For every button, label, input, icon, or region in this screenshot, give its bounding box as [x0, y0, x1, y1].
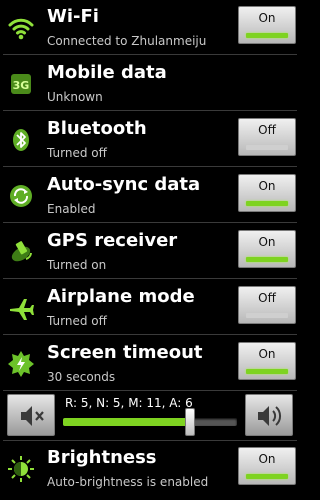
volume-mute-icon — [18, 403, 46, 433]
auto-sync-toggle-button[interactable]: On — [238, 174, 296, 212]
setting-subtitle: Turned off — [47, 146, 107, 160]
setting-title: Mobile data — [47, 62, 167, 83]
setting-row-wifi[interactable]: Wi-Fi Connected to Zhulanmeiju On — [3, 0, 297, 55]
toggle-label: On — [258, 452, 276, 466]
setting-row-airplane-mode[interactable]: Airplane mode Turned off Off — [3, 280, 297, 335]
toggle-label: On — [258, 235, 276, 249]
bluetooth-toggle-button[interactable]: Off — [238, 118, 296, 156]
volume-levels-text: R: 5, N: 5, M: 11, A: 6 — [65, 396, 193, 410]
setting-row-gps[interactable]: GPS receiver Turned on On — [3, 224, 297, 279]
setting-subtitle: Enabled — [47, 202, 96, 216]
volume-slider[interactable] — [63, 408, 237, 436]
screen-timeout-icon — [7, 350, 35, 378]
setting-subtitle: Turned off — [47, 314, 107, 328]
svg-text:3G: 3G — [13, 79, 30, 92]
setting-subtitle: Unknown — [47, 90, 103, 104]
toggle-indicator — [246, 33, 288, 38]
toggle-indicator — [246, 369, 288, 374]
toggle-indicator — [246, 257, 288, 262]
airplane-mode-toggle-button[interactable]: Off — [238, 286, 296, 324]
brightness-icon — [7, 455, 35, 483]
toggle-indicator — [246, 474, 288, 479]
screen-timeout-toggle-button[interactable]: On — [238, 342, 296, 380]
toggle-label: Off — [258, 123, 276, 137]
mobile-data-3g-icon: 3G — [7, 70, 35, 98]
toggle-indicator — [246, 201, 288, 206]
setting-subtitle: Connected to Zhulanmeiju — [47, 34, 207, 48]
setting-subtitle: Auto-brightness is enabled — [47, 475, 209, 489]
setting-row-brightness[interactable]: Brightness Auto-brightness is enabled On — [3, 441, 297, 495]
toggle-label: On — [258, 11, 276, 25]
setting-title: Brightness — [47, 447, 157, 468]
toggle-label: On — [258, 179, 276, 193]
volume-mute-button[interactable] — [7, 394, 55, 436]
toggle-indicator — [246, 145, 288, 150]
toggle-label: On — [258, 347, 276, 361]
setting-subtitle: 30 seconds — [47, 370, 116, 384]
volume-slider-fill — [63, 418, 191, 426]
gps-icon — [7, 238, 35, 266]
setting-title: Bluetooth — [47, 118, 147, 139]
setting-row-bluetooth[interactable]: Bluetooth Turned off Off — [3, 112, 297, 167]
volume-control-row: R: 5, N: 5, M: 11, A: 6 — [3, 390, 297, 441]
setting-title: Auto-sync data — [47, 174, 201, 195]
airplane-icon — [7, 294, 35, 322]
setting-row-auto-sync[interactable]: Auto-sync data Enabled On — [3, 168, 297, 223]
bluetooth-icon — [7, 126, 35, 154]
toggle-label: Off — [258, 291, 276, 305]
quick-settings-panel: Wi-Fi Connected to Zhulanmeiju On 3G Mob… — [3, 0, 297, 500]
volume-up-button[interactable] — [245, 394, 293, 436]
setting-title: Airplane mode — [47, 286, 195, 307]
setting-subtitle: Turned on — [47, 258, 107, 272]
setting-row-screen-timeout[interactable]: Screen timeout 30 seconds On — [3, 336, 297, 391]
toggle-indicator — [246, 313, 288, 318]
volume-slider-thumb[interactable] — [185, 408, 196, 436]
sync-icon — [7, 182, 35, 210]
setting-row-mobile-data[interactable]: 3G Mobile data Unknown — [3, 56, 297, 111]
setting-title: Wi-Fi — [47, 6, 99, 27]
wifi-toggle-button[interactable]: On — [238, 6, 296, 44]
brightness-toggle-button[interactable]: On — [238, 447, 296, 485]
setting-title: Screen timeout — [47, 342, 203, 363]
setting-title: GPS receiver — [47, 230, 178, 251]
volume-up-icon — [255, 403, 285, 433]
gps-toggle-button[interactable]: On — [238, 230, 296, 268]
wifi-icon — [7, 14, 35, 42]
